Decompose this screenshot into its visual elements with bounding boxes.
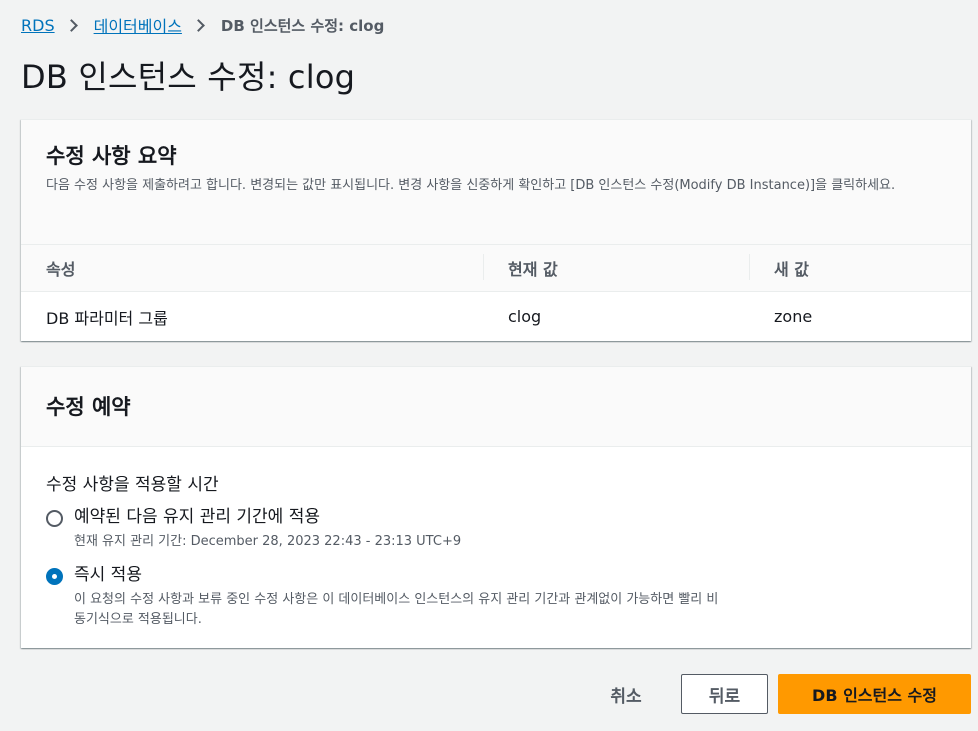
schedule-header: 수정 예약 xyxy=(21,367,971,447)
schedule-panel: 수정 예약 수정 사항을 적용할 시간 예약된 다음 유지 관리 기간에 적용 … xyxy=(21,366,971,648)
modify-db-instance-button[interactable]: DB 인스턴스 수정 xyxy=(778,674,971,714)
summary-title: 수정 사항 요약 xyxy=(46,144,177,168)
column-header-new: 새 값 xyxy=(749,254,971,280)
schedule-body: 수정 사항을 적용할 시간 예약된 다음 유지 관리 기간에 적용 현재 유지 … xyxy=(21,447,971,665)
back-button[interactable]: 뒤로 xyxy=(681,674,768,714)
summary-header: 수정 사항 요약 다음 수정 사항을 제출하려고 합니다. 변경되는 값만 표시… xyxy=(21,120,971,244)
breadcrumb: RDS 데이터베이스 DB 인스턴스 수정: clog xyxy=(21,13,384,37)
radio-button[interactable] xyxy=(46,510,63,527)
radio-option-maintenance-window[interactable]: 예약된 다음 유지 관리 기간에 적용 현재 유지 관리 기간: Decembe… xyxy=(46,506,946,552)
radio-label[interactable]: 예약된 다음 유지 관리 기간에 적용 xyxy=(74,506,724,528)
table-header: 속성 현재 값 새 값 xyxy=(21,244,971,292)
schedule-title: 수정 예약 xyxy=(46,395,131,419)
breadcrumb-link-rds[interactable]: RDS xyxy=(21,16,55,35)
cell-new-value: zone xyxy=(774,307,813,326)
radio-button-selected[interactable] xyxy=(46,568,63,585)
apply-time-label: 수정 사항을 적용할 시간 xyxy=(46,475,219,495)
chevron-right-icon xyxy=(64,18,78,32)
breadcrumb-link-databases[interactable]: 데이터베이스 xyxy=(94,13,182,37)
column-header-current: 현재 값 xyxy=(483,254,749,280)
chevron-right-icon xyxy=(192,18,205,32)
summary-description: 다음 수정 사항을 제출하려고 합니다. 변경되는 값만 표시됩니다. 변경 사… xyxy=(46,178,896,193)
cell-current-value: clog xyxy=(508,307,542,326)
radio-label[interactable]: 즉시 적용 xyxy=(74,564,724,586)
radio-description: 이 요청의 수정 사항과 보류 중인 수정 사항은 이 데이터베이스 인스턴스의… xyxy=(74,592,719,627)
summary-panel: 수정 사항 요약 다음 수정 사항을 제출하려고 합니다. 변경되는 값만 표시… xyxy=(21,119,971,341)
page-title: DB 인스턴스 수정: clog xyxy=(21,58,356,96)
breadcrumb-current: DB 인스턴스 수정: clog xyxy=(220,16,385,35)
column-header-attribute: 속성 xyxy=(46,260,76,279)
table-row: DB 파라미터 그룹 clog zone xyxy=(21,292,971,341)
radio-description: 현재 유지 관리 기간: December 28, 2023 22:43 - 2… xyxy=(74,534,462,549)
cancel-button[interactable]: 취소 xyxy=(591,676,661,712)
cell-attribute: DB 파라미터 그룹 xyxy=(46,308,168,328)
radio-option-apply-immediately[interactable]: 즉시 적용 이 요청의 수정 사항과 보류 중인 수정 사항은 이 데이터베이스… xyxy=(46,564,946,630)
